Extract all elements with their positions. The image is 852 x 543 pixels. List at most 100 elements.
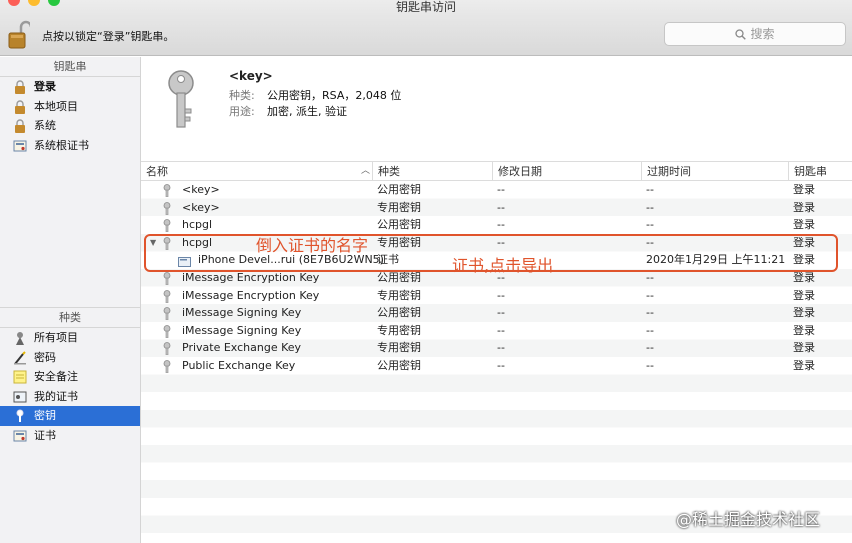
cell-name: <key> [182,200,220,214]
cell-expires: -- [646,323,654,337]
key-icon [163,219,171,233]
table-row[interactable]: hcpgl 公用密钥 -- -- 登录 [141,216,852,234]
column-header-name[interactable]: 名称 [141,162,372,181]
cell-modified: -- [497,288,505,302]
cell-keychain: 登录 [793,288,815,302]
sidebar-item[interactable]: 所有项目 [0,328,140,348]
category-list: 所有项目密码安全备注我的证书密钥证书 [0,328,140,445]
sidebar-item[interactable]: 安全备注 [0,367,140,387]
table-row[interactable]: iMessage Signing Key 公用密钥 -- -- 登录 [141,304,852,322]
certificate-icon [13,139,27,153]
sidebar-item-label: 我的证书 [34,389,78,403]
sidebar: 钥匙串 登录本地项目系统系统根证书 种类 所有项目密码安全备注我的证书密钥证书 [0,57,141,543]
column-header-keychain[interactable]: 钥匙串 [788,162,852,181]
keychain-list: 登录本地项目系统系统根证书 [0,77,140,155]
sidebar-item[interactable]: 系统根证书 [0,136,140,156]
table-row[interactable]: Public Exchange Key 公用密钥 -- -- 登录 [141,357,852,375]
cell-expires: -- [646,183,654,196]
sidebar-item-label: 密码 [34,350,56,364]
cell-kind: 专用密钥 [377,200,421,214]
sidebar-item[interactable]: 登录 [0,77,140,97]
cell-expires: -- [646,288,654,302]
sidebar-item-label: 系统 [34,119,56,132]
all-items-icon [13,331,27,345]
key-icon [168,70,194,128]
column-header-kind[interactable]: 种类 [372,162,492,181]
window-title: 钥匙串访问 [395,0,456,14]
table-row[interactable]: iMessage Signing Key 专用密钥 -- -- 登录 [141,322,852,340]
cell-kind: 公用密钥 [377,306,421,320]
key-icon [163,289,171,303]
column-header-modified[interactable]: 修改日期 [492,162,641,181]
watermark: @稀土掘金技术社区 [676,510,821,529]
table-row[interactable]: <key> 公用密钥 -- -- 登录 [141,181,852,199]
keychains-header: 钥匙串 [0,57,140,77]
cell-modified: -- [497,218,505,232]
lock-icon [13,99,27,114]
sidebar-item-label: 本地项目 [34,99,78,113]
categories-section: 种类 所有项目密码安全备注我的证书密钥证书 [0,307,140,445]
sidebar-item[interactable]: 密钥 [0,406,140,426]
sidebar-item-label: 证书 [34,428,56,442]
sort-ascending-icon[interactable]: ︿ [361,162,370,181]
sidebar-item-label: 所有项目 [34,331,78,344]
search-icon [735,29,747,40]
cell-kind: 公用密钥 [377,358,421,372]
sidebar-item[interactable]: 系统 [0,116,140,136]
cell-name: Public Exchange Key [182,358,296,372]
item-detail-panel: <key> 种类: 公用密钥，RSA，2,048 位 用途: 加密, 派生, 验… [141,57,852,160]
cell-expires: -- [646,306,654,320]
categories-header: 种类 [0,308,140,328]
cell-modified: -- [497,200,505,214]
annotation-imported-cert-name: 倒入证书的名字 [256,236,369,255]
key-icon [163,184,171,198]
sidebar-item[interactable]: 我的证书 [0,387,140,407]
keychain-access-window: 钥匙串访问 点按以锁定“登录”钥匙串。 搜索 钥匙串 登录 本地项目 系统 系统根证书… [0,0,852,543]
cell-expires: -- [646,341,654,355]
cell-expires: -- [646,358,654,372]
search-field[interactable]: 搜索 [664,22,846,46]
sidebar-item-label: 系统根证书 [34,138,89,152]
sidebar-item[interactable]: 密码 [0,348,140,368]
column-header-expires[interactable]: 过期时间 [641,162,788,181]
cell-keychain: 登录 [793,218,815,232]
cell-kind: 专用密钥 [377,288,421,302]
search-placeholder: 搜索 [750,27,775,41]
lock-icon [13,80,27,94]
cell-keychain: 登录 [793,358,815,372]
cell-keychain: 登录 [793,183,815,196]
cell-kind: 公用密钥 [377,218,421,232]
cell-modified: -- [497,358,505,372]
cell-modified: -- [497,183,505,196]
key-icon [163,307,171,321]
title-bar: 钥匙串访问 点按以锁定“登录”钥匙串。 搜索 [0,0,852,56]
key-icon [163,324,171,339]
unlocked-padlock-icon[interactable] [8,20,30,50]
table-row[interactable]: <key> 专用密钥 -- -- 登录 [141,199,852,217]
cell-name: iMessage Encryption Key [182,288,320,302]
my-certificate-icon [13,390,27,404]
cell-name: iMessage Signing Key [182,306,302,320]
usage-value: 加密, 派生, 验证 [267,105,347,118]
cell-name: Private Exchange Key [182,341,302,355]
table-row[interactable]: iMessage Encryption Key 专用密钥 -- -- 登录 [141,287,852,305]
cell-modified: -- [497,306,505,320]
key-icon [163,342,171,356]
sidebar-item[interactable]: 本地项目 [0,97,140,117]
lock-hint-text: 点按以锁定“登录”钥匙串。 [42,30,175,43]
sidebar-item-label: 登录 [34,80,56,93]
cell-modified: -- [497,341,505,355]
usage-label: 用途: [229,105,255,118]
sidebar-item-label: 安全备注 [34,370,78,383]
lock-icon [13,119,27,133]
table-row[interactable]: Private Exchange Key 专用密钥 -- -- 登录 [141,339,852,357]
table-header: 名称 ︿ 种类 修改日期 过期时间 钥匙串 [141,161,852,181]
cell-keychain: 登录 [793,306,815,320]
password-icon [13,350,27,365]
annotation-cert-click-export: 证书,点击导出 [452,256,554,275]
kind-value: 公用密钥，RSA，2,048 位 [267,89,402,102]
main-pane: <key> 种类: 公用密钥，RSA，2,048 位 用途: 加密, 派生, 验… [141,57,852,543]
cell-kind: 专用密钥 [377,323,421,337]
cell-modified: -- [497,323,505,337]
sidebar-item[interactable]: 证书 [0,426,140,446]
